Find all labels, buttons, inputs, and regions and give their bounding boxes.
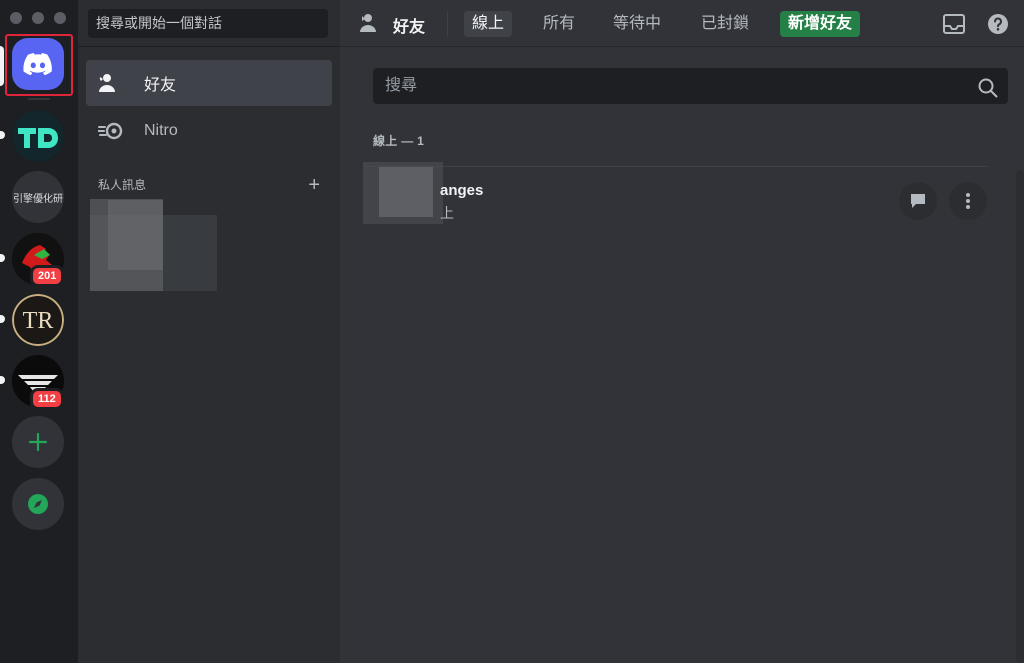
- server-rail: 引擎優化研 201 TR 112: [0, 0, 78, 663]
- friend-status: 上: [440, 205, 454, 221]
- friends-icon: [360, 12, 384, 39]
- nitro-icon: [98, 119, 124, 143]
- search-placeholder: 搜尋: [385, 77, 418, 94]
- tab-pending[interactable]: 等待中: [605, 11, 669, 37]
- tr-logo-text: TR: [23, 308, 54, 334]
- more-vertical-icon: [966, 193, 970, 209]
- dm-search-button[interactable]: 搜尋或開始一個對話: [88, 9, 328, 38]
- home-button[interactable]: [12, 38, 64, 90]
- compass-icon: [28, 494, 48, 514]
- selected-pill: [0, 46, 4, 86]
- tab-all[interactable]: 所有: [535, 11, 583, 37]
- discord-logo-icon: [23, 53, 52, 75]
- tab-online[interactable]: 線上: [464, 11, 513, 37]
- td-logo-icon: [12, 110, 64, 162]
- friends-search-input[interactable]: 搜尋: [373, 68, 1008, 104]
- friend-name: anges: [440, 182, 484, 199]
- window-zoom-dot[interactable]: [54, 12, 66, 24]
- plus-icon[interactable]: +: [308, 175, 320, 195]
- sidebar-item-label: 好友: [144, 77, 177, 94]
- blurred-avatar: [379, 167, 433, 217]
- scrollbar[interactable]: [1016, 170, 1024, 663]
- explore-button[interactable]: [12, 478, 64, 530]
- help-icon[interactable]: [986, 12, 1010, 36]
- inbox-icon[interactable]: [942, 12, 966, 36]
- message-icon: [911, 194, 925, 208]
- page-title: 好友: [393, 19, 426, 36]
- dm-section-label: 私人訊息: [98, 178, 147, 192]
- unread-dot: [0, 315, 5, 323]
- search-icon: [978, 76, 998, 112]
- unread-dot: [0, 376, 5, 384]
- tab-blocked[interactable]: 已封鎖: [693, 11, 757, 37]
- more-options-button[interactable]: [949, 182, 987, 220]
- sidebar-item-label: Nitro: [144, 122, 178, 139]
- online-count-label: 線上 — 1: [373, 134, 425, 148]
- server-seo[interactable]: 引擎優化研: [12, 171, 64, 223]
- blurred-avatar: [108, 200, 163, 270]
- unread-dot: [0, 131, 5, 139]
- divider: [447, 12, 448, 36]
- mention-badge: 112: [30, 388, 64, 410]
- dm-section-header: 私人訊息 +: [98, 175, 320, 195]
- add-friend-button[interactable]: 新增好友: [780, 11, 861, 37]
- sidebar-item-friends[interactable]: 好友: [86, 60, 332, 106]
- window-close-dot[interactable]: [10, 12, 22, 24]
- unread-dot: [0, 254, 5, 262]
- window-minimize-dot[interactable]: [32, 12, 44, 24]
- message-button[interactable]: [899, 182, 937, 220]
- server-tr[interactable]: TR: [12, 294, 64, 346]
- friends-icon: [98, 71, 124, 95]
- rail-separator: [28, 98, 50, 100]
- plus-icon: [28, 432, 48, 452]
- mention-badge: 201: [30, 265, 65, 287]
- friends-header: 好友 線上 所有 等待中 已封鎖 新增好友: [340, 0, 1024, 47]
- sidebar-item-nitro[interactable]: Nitro: [86, 108, 332, 154]
- friends-main: 好友 線上 所有 等待中 已封鎖 新增好友 搜尋 線上 — 1 anges 上: [340, 0, 1024, 663]
- tr-logo-icon: TR: [12, 294, 64, 346]
- add-server-button[interactable]: [12, 416, 64, 468]
- divider: [78, 46, 340, 47]
- server-seo-label: 引擎優化研: [13, 193, 63, 205]
- dm-sidebar: 搜尋或開始一個對話 好友 Nitro 私人訊息 +: [78, 0, 340, 663]
- friend-row[interactable]: anges 上: [363, 162, 988, 229]
- server-td[interactable]: [12, 110, 64, 162]
